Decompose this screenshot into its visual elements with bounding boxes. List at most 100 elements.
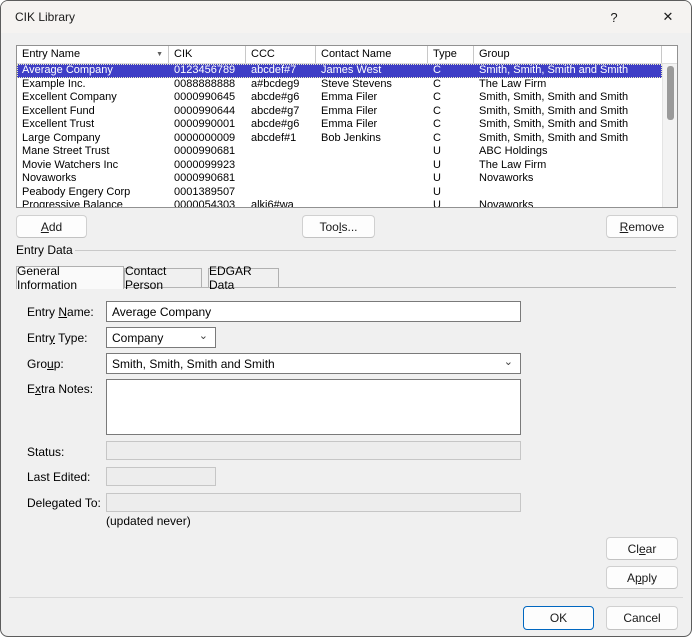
entry-row[interactable]: Large Company 0000000009 abcdef#1 Bob Je… <box>17 132 662 146</box>
type-cell: U <box>428 186 474 200</box>
updated-note: (updated never) <box>106 514 191 528</box>
contact-name-cell <box>316 186 428 200</box>
vertical-scrollbar[interactable] <box>662 64 677 207</box>
last-edited-field <box>106 467 216 486</box>
help-icon: ? <box>610 10 617 25</box>
contact-name-cell: Emma Filer <box>316 105 428 119</box>
entry-name-cell: Movie Watchers Inc <box>17 159 169 173</box>
column-header-entry-name[interactable]: Entry Name ▼ <box>17 46 169 63</box>
entry-row[interactable]: Average Company 0123456789 abcdef#7 Jame… <box>17 64 662 78</box>
help-button[interactable]: ? <box>591 1 637 33</box>
ccc-cell: abcdef#1 <box>246 132 316 146</box>
type-cell: C <box>428 78 474 92</box>
footer-separator <box>9 597 683 598</box>
entry-name-label: Entry Name: <box>27 305 94 319</box>
entry-list-header: Entry Name ▼ CIK CCC Contact Name Type G… <box>17 46 677 64</box>
tab-general-information[interactable]: General Information <box>16 266 124 289</box>
ccc-cell: a#bcdeg9 <box>246 78 316 92</box>
entry-row[interactable]: Progressive Balance 0000054303 alki6#wa … <box>17 199 662 207</box>
extra-notes-textarea[interactable] <box>106 379 521 435</box>
group-select[interactable]: Smith, Smith, Smith and Smith ⌄ <box>106 353 521 374</box>
type-cell: C <box>428 105 474 119</box>
close-button[interactable]: ✕ <box>645 1 691 33</box>
entry-row[interactable]: Mane Street Trust 0000990681 U ABC Holdi… <box>17 145 662 159</box>
entry-name-cell: Average Company <box>17 64 169 78</box>
group-cell: Novaworks <box>474 199 662 207</box>
entry-type-select[interactable]: Company ⌄ <box>106 327 216 348</box>
delegated-to-label: Delegated To: <box>27 496 101 510</box>
column-header-label: Entry Name <box>22 48 80 60</box>
cik-library-dialog: CIK Library ? ✕ Entry Name ▼ CIK CCC Con… <box>0 0 692 637</box>
entry-row[interactable]: Excellent Company 0000990645 abcde#g6 Em… <box>17 91 662 105</box>
type-cell: C <box>428 118 474 132</box>
sort-descending-icon: ▼ <box>156 46 163 63</box>
ccc-cell: abcdef#7 <box>246 64 316 78</box>
cik-cell: 0123456789 <box>169 64 246 78</box>
last-edited-label: Last Edited: <box>27 470 90 484</box>
ccc-cell <box>246 145 316 159</box>
entry-name-cell: Excellent Trust <box>17 118 169 132</box>
entry-name-input[interactable] <box>106 301 521 322</box>
title-bar[interactable]: CIK Library ? ✕ <box>1 1 691 33</box>
chevron-down-icon: ⌄ <box>504 355 513 368</box>
cik-cell: 0088888888 <box>169 78 246 92</box>
entry-name-cell: Excellent Fund <box>17 105 169 119</box>
entry-type-label: Entry Type: <box>27 331 87 345</box>
column-header-ccc[interactable]: CCC <box>246 46 316 63</box>
ccc-cell <box>246 186 316 200</box>
contact-name-cell: Steve Stevens <box>316 78 428 92</box>
tools-button[interactable]: Tools... <box>302 215 375 238</box>
entry-row[interactable]: Peabody Engery Corp 0001389507 U <box>17 186 662 200</box>
group-cell: ABC Holdings <box>474 145 662 159</box>
add-button[interactable]: Add <box>16 215 87 238</box>
ok-button[interactable]: OK <box>523 606 594 630</box>
entry-data-group-line <box>75 250 676 251</box>
cik-cell: 0000099923 <box>169 159 246 173</box>
column-header-type[interactable]: Type <box>428 46 474 63</box>
group-cell: Novaworks <box>474 172 662 186</box>
ccc-cell: abcde#g6 <box>246 118 316 132</box>
entry-row[interactable]: Example Inc. 0088888888 a#bcdeg9 Steve S… <box>17 78 662 92</box>
cik-cell: 0000990644 <box>169 105 246 119</box>
clear-button[interactable]: Clear <box>606 537 678 560</box>
entry-name-cell: Novaworks <box>17 172 169 186</box>
entry-row[interactable]: Excellent Fund 0000990644 abcde#g7 Emma … <box>17 105 662 119</box>
entry-row[interactable]: Novaworks 0000990681 U Novaworks <box>17 172 662 186</box>
contact-name-cell <box>316 145 428 159</box>
tab-contact-person[interactable]: Contact Person <box>124 268 202 287</box>
entry-name-cell: Example Inc. <box>17 78 169 92</box>
column-header-label: Contact Name <box>321 48 391 60</box>
cik-cell: 0001389507 <box>169 186 246 200</box>
contact-name-cell <box>316 159 428 173</box>
group-label: Group: <box>27 357 64 371</box>
entry-list-rows: Average Company 0123456789 abcdef#7 Jame… <box>17 64 662 207</box>
scrollbar-thumb[interactable] <box>667 66 674 120</box>
column-header-cik[interactable]: CIK <box>169 46 246 63</box>
column-header-label: Type <box>433 48 457 60</box>
entry-row[interactable]: Movie Watchers Inc 0000099923 U The Law … <box>17 159 662 173</box>
column-header-contact-name[interactable]: Contact Name <box>316 46 428 63</box>
entry-name-cell: Excellent Company <box>17 91 169 105</box>
apply-button[interactable]: Apply <box>606 566 678 589</box>
entry-name-cell: Large Company <box>17 132 169 146</box>
group-value: Smith, Smith, Smith and Smith <box>112 357 275 371</box>
contact-name-cell <box>316 199 428 207</box>
close-icon: ✕ <box>663 9 674 25</box>
ccc-cell: abcde#g7 <box>246 105 316 119</box>
contact-name-cell: James West <box>316 64 428 78</box>
contact-name-cell: Emma Filer <box>316 118 428 132</box>
remove-button[interactable]: Remove <box>606 215 678 238</box>
type-cell: U <box>428 145 474 159</box>
cancel-button[interactable]: Cancel <box>606 606 678 630</box>
type-cell: U <box>428 159 474 173</box>
cik-cell: 0000000009 <box>169 132 246 146</box>
entry-name-cell: Mane Street Trust <box>17 145 169 159</box>
column-header-filler <box>662 46 677 63</box>
contact-name-cell <box>316 172 428 186</box>
cik-cell: 0000990645 <box>169 91 246 105</box>
column-header-group[interactable]: Group <box>474 46 662 63</box>
entry-row[interactable]: Excellent Trust 0000990001 abcde#g6 Emma… <box>17 118 662 132</box>
cik-cell: 0000990681 <box>169 145 246 159</box>
tab-edgar-data[interactable]: EDGAR Data <box>208 268 279 287</box>
ccc-cell: abcde#g6 <box>246 91 316 105</box>
